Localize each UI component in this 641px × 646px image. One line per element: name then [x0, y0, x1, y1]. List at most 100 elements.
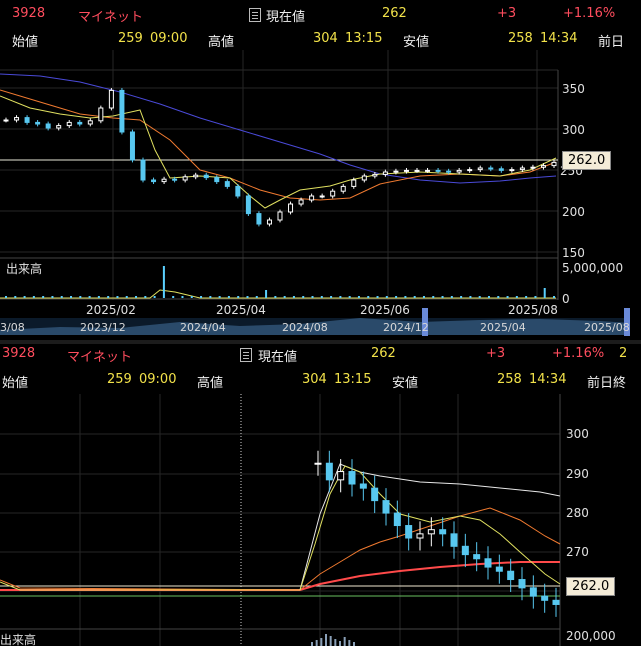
volume-bar — [302, 296, 305, 298]
volume-bar — [525, 296, 528, 298]
price-tag-top: 262.0 — [562, 151, 612, 170]
candle-body — [193, 174, 199, 178]
ytick-top-4: 200 — [562, 205, 585, 219]
volume-bars-bottom — [311, 634, 355, 646]
candle-body — [172, 178, 178, 181]
price-chart-top[interactable]: 350 300 200 150 250 5,000,000 0 出来高 2025… — [0, 0, 641, 340]
volume-bar — [334, 639, 337, 646]
ytick-bot-4: 270 — [566, 545, 589, 559]
candle-body — [416, 533, 424, 539]
volume-bar — [422, 296, 425, 298]
volume-bar — [395, 296, 398, 298]
volume-bar — [450, 296, 453, 298]
candle-body — [552, 599, 560, 605]
candle-body — [45, 123, 51, 129]
candle-body — [298, 199, 304, 205]
volume-label-top: 出来高 — [6, 261, 42, 276]
volume-bar — [292, 296, 295, 298]
candle-body — [540, 165, 546, 168]
candle-body — [77, 121, 83, 125]
xlabel-4: 2025/08 — [508, 303, 558, 317]
ytick-top-5: 150 — [562, 246, 585, 260]
candle-body — [427, 529, 435, 535]
candle-body — [359, 483, 367, 489]
ytick-bot-1: 300 — [566, 427, 589, 441]
volume-bar — [274, 296, 277, 298]
volume-bar — [107, 296, 110, 298]
candle-body — [288, 203, 294, 213]
vol-tick-top: 5,000,000 — [562, 261, 623, 275]
candle-body — [256, 213, 262, 225]
volume-bar — [283, 296, 286, 298]
volume-bar — [144, 296, 147, 298]
candle-body — [56, 125, 62, 129]
price-chart-bottom[interactable]: 300 290 280 270 200,000 出来高 — [0, 344, 641, 646]
candle-body — [393, 170, 399, 173]
volume-bar — [190, 296, 193, 298]
candle-body — [461, 545, 469, 556]
candle-body — [439, 529, 447, 535]
volume-bar — [79, 296, 82, 298]
volume-bar — [385, 296, 388, 298]
candle-body — [456, 169, 462, 173]
volume-bar — [311, 296, 314, 298]
volume-bar — [181, 296, 184, 298]
volume-bar — [487, 296, 490, 298]
volume-bar — [88, 296, 91, 298]
volume-label-bot: 出来高 — [0, 632, 36, 646]
volume-bar — [172, 296, 175, 298]
volume-bar — [404, 296, 407, 298]
ma-mid-line — [0, 89, 557, 201]
candle-body — [371, 487, 379, 502]
candle-body — [372, 173, 378, 177]
volume-bar — [339, 641, 341, 646]
volume-bar — [255, 296, 258, 298]
volume-bar — [413, 296, 416, 298]
ytick-top-2: 300 — [562, 123, 585, 137]
volume-bar — [227, 296, 230, 298]
volume-bar — [237, 296, 240, 298]
candle-body — [382, 171, 388, 175]
volume-bar — [339, 296, 342, 298]
volume-bar — [51, 296, 54, 298]
candle-body — [425, 169, 431, 172]
candle-body — [484, 558, 492, 568]
candle-body — [87, 120, 93, 125]
candle-body — [340, 185, 346, 192]
candle-body — [129, 131, 135, 161]
ytick-top-1: 350 — [562, 82, 585, 96]
ov-label-5: 2024/12 — [383, 321, 429, 334]
ov-label-6: 2025/04 — [480, 321, 526, 334]
volume-bar — [478, 296, 481, 298]
volume-bar — [553, 296, 555, 298]
candle-body — [337, 471, 345, 481]
candle-body — [314, 462, 322, 465]
volume-bar — [218, 296, 221, 298]
candle-body — [330, 190, 336, 197]
candles-top — [3, 88, 557, 227]
volume-bar — [70, 296, 73, 298]
volume-bar — [325, 634, 327, 646]
volume-bar — [506, 296, 509, 298]
candle-body — [498, 168, 504, 171]
ytick-bot-2: 290 — [566, 467, 589, 481]
price-tag-bottom: 262.0 — [566, 577, 616, 596]
xlabel-2: 2025/04 — [216, 303, 266, 317]
volume-ma-line — [0, 289, 556, 299]
volume-bar — [367, 296, 370, 298]
volume-bar — [357, 296, 360, 298]
volume-bar — [315, 640, 318, 646]
candle-body — [477, 167, 483, 171]
vol-tick-zero: 0 — [562, 292, 570, 306]
candle-body — [203, 174, 209, 179]
candle-body — [66, 121, 72, 127]
candle-body — [414, 169, 420, 172]
volume-bar — [353, 642, 355, 646]
candle-body — [214, 177, 220, 183]
volume-bar — [5, 296, 7, 298]
volume-bar — [209, 296, 212, 298]
candle-body — [351, 179, 357, 187]
ma-yellow-line — [0, 465, 561, 591]
volume-bar — [330, 296, 333, 298]
volume-bar — [441, 296, 444, 298]
